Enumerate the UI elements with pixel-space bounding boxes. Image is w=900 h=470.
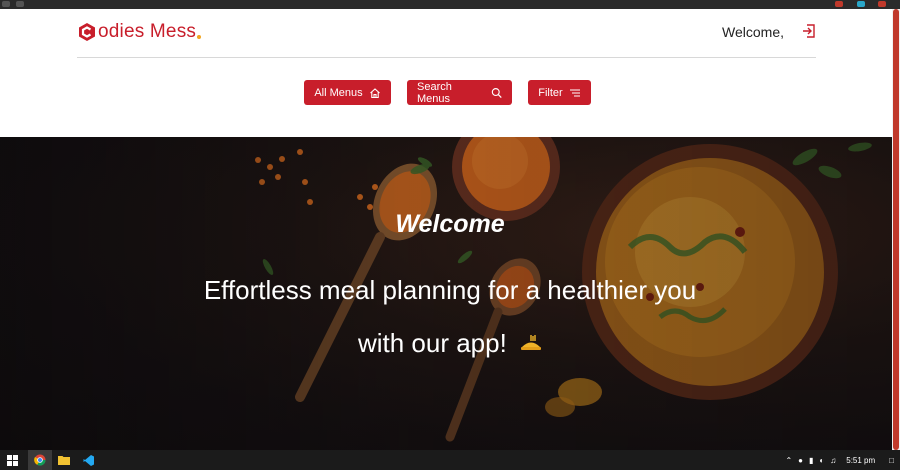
- vscode-icon[interactable]: [76, 450, 100, 470]
- hero-tagline-line1: Effortless meal planning for a healthier…: [203, 275, 697, 305]
- hero-tagline-line2-text: with our app!: [357, 328, 507, 358]
- menu-nav: All Menus Search Menus Filter: [0, 80, 892, 105]
- hero-title: Welcome: [395, 210, 505, 238]
- filter-button[interactable]: Filter: [528, 80, 591, 105]
- profile-icon[interactable]: [878, 1, 886, 7]
- welcome-greeting: Welcome,: [722, 24, 784, 40]
- browser-tab-strip: [0, 0, 900, 9]
- volume-icon[interactable]: ♫: [830, 456, 836, 465]
- chrome-icon[interactable]: [28, 450, 52, 470]
- search-menus-label: Search Menus: [417, 80, 452, 105]
- windows-start-icon[interactable]: [0, 450, 24, 470]
- brand-hexagon-icon: [79, 23, 95, 41]
- site-header: odies Mess Welcome, All Menus Search Men…: [0, 9, 892, 137]
- hero-tagline-line2: with our app!: [0, 328, 892, 359]
- os-taskbar: ⌃ ● ▮ ◐ ♫ 5:51 pm □: [0, 450, 900, 470]
- battery-icon[interactable]: ▮: [809, 456, 813, 465]
- wifi-icon[interactable]: ◐: [819, 456, 824, 465]
- microphone-icon[interactable]: ●: [798, 456, 803, 465]
- page-scrollbar[interactable]: [892, 9, 900, 450]
- all-menus-label: All Menus: [314, 86, 363, 99]
- back-icon[interactable]: [2, 1, 10, 7]
- home-icon: [369, 87, 380, 98]
- system-tray: ⌃ ● ▮ ◐ ♫ 5:51 pm □: [785, 450, 900, 470]
- scrollbar-thumb[interactable]: [893, 9, 899, 450]
- all-menus-button[interactable]: All Menus: [304, 80, 391, 105]
- show-hidden-icons-icon[interactable]: ⌃: [785, 456, 792, 465]
- clock[interactable]: 5:51 pm: [846, 456, 875, 465]
- brand-logo[interactable]: odies Mess: [78, 21, 202, 43]
- hero-banner: Welcome Effortless meal planning for a h…: [0, 137, 892, 450]
- notifications-icon[interactable]: □: [889, 456, 894, 465]
- brand-name: odies Mess: [98, 21, 197, 42]
- extension-icon[interactable]: [835, 1, 843, 7]
- header-divider: [77, 57, 816, 58]
- forward-icon[interactable]: [16, 1, 24, 7]
- brand-dot: [197, 34, 202, 39]
- search-icon: [491, 87, 502, 98]
- file-explorer-icon[interactable]: [52, 450, 76, 470]
- filter-icon: [569, 88, 580, 97]
- search-menus-button[interactable]: Search Menus: [407, 80, 512, 105]
- filter-label: Filter: [538, 86, 563, 99]
- logout-icon[interactable]: [801, 23, 817, 39]
- food-icon: [521, 335, 542, 350]
- extension-icon[interactable]: [857, 1, 865, 7]
